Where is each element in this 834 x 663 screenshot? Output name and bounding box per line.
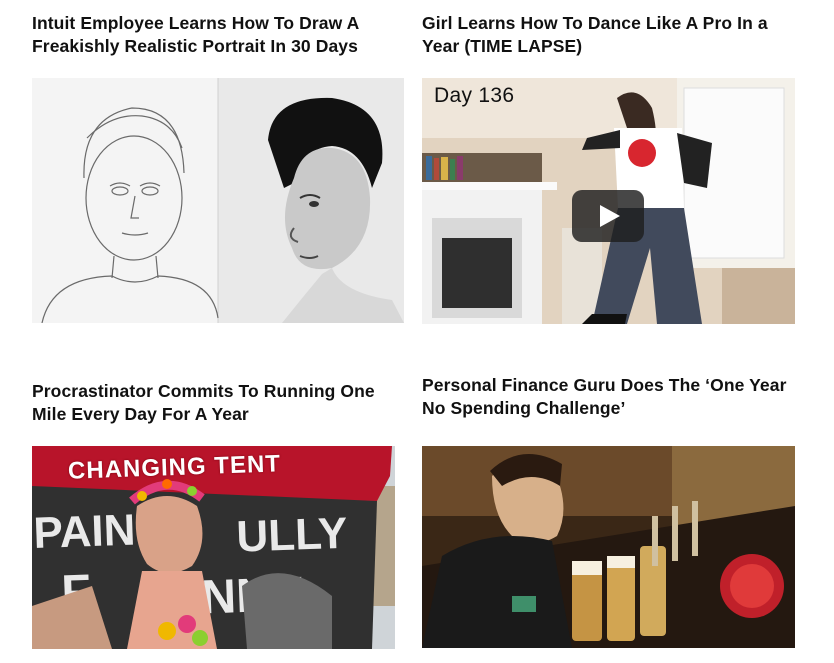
article-card-4[interactable]: Personal Finance Guru Does The ‘One Year… [422, 374, 794, 420]
article-title-1[interactable]: Intuit Employee Learns How To Draw A Fre… [32, 12, 404, 58]
video-day-label: Day 136 [434, 84, 515, 107]
article-title-2[interactable]: Girl Learns How To Dance Like A Pro In a… [422, 12, 794, 58]
article-card-1[interactable]: Intuit Employee Learns How To Draw A Fre… [32, 12, 404, 58]
pub-bar-image [422, 446, 795, 648]
article-title-4[interactable]: Personal Finance Guru Does The ‘One Year… [422, 374, 794, 420]
svg-text:ULLY: ULLY [236, 509, 348, 562]
article-thumbnail-2[interactable]: Day 136 [422, 78, 795, 324]
article-card-3[interactable]: Procrastinator Commits To Running One Mi… [32, 380, 404, 426]
article-card-2[interactable]: Girl Learns How To Dance Like A Pro In a… [422, 12, 794, 58]
article-thumbnail-3[interactable]: PAIN ULLY F NNY CHANGING TENT [32, 446, 395, 649]
svg-text:PAIN: PAIN [33, 505, 137, 558]
article-thumbnail-4[interactable] [422, 446, 795, 648]
portrait-drawing-image [32, 78, 404, 323]
article-title-3[interactable]: Procrastinator Commits To Running One Mi… [32, 380, 404, 426]
article-thumbnail-1[interactable] [32, 78, 404, 323]
play-icon[interactable] [572, 190, 644, 242]
